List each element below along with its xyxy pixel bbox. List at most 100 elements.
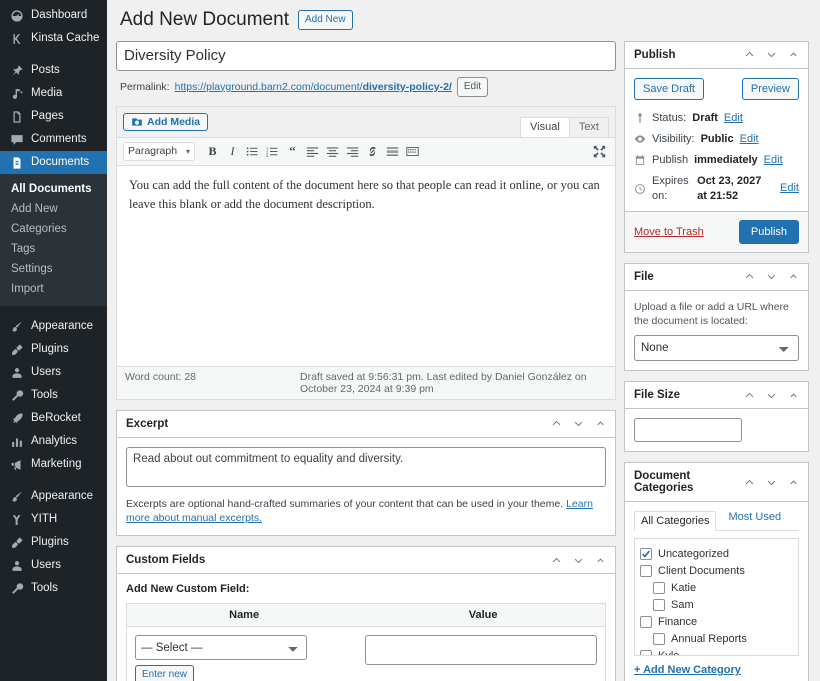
add-new-category-link[interactable]: + Add New Category [634, 664, 741, 676]
sidebar-item-posts[interactable]: Posts [0, 59, 107, 82]
category-tabs: All Categories Most Used [634, 511, 799, 531]
sidebar-item-comments[interactable]: Comments [0, 128, 107, 151]
tab-visual[interactable]: Visual [520, 117, 570, 137]
tab-text[interactable]: Text [569, 117, 609, 137]
sidebar-item-marketing[interactable]: Marketing [0, 453, 107, 476]
checkbox-icon[interactable] [640, 616, 652, 628]
sidebar-item-dashboard[interactable]: Dashboard [0, 4, 107, 27]
move-up-icon[interactable] [744, 477, 755, 488]
file-size-input[interactable] [634, 418, 742, 442]
submenu-item-tags[interactable]: Tags [0, 239, 107, 259]
category-item[interactable]: Finance [640, 613, 793, 630]
sidebar-item-pages[interactable]: Pages [0, 105, 107, 128]
sidebar-item-analytics[interactable]: Analytics [0, 430, 107, 453]
submenu-item-add-new[interactable]: Add New [0, 199, 107, 219]
move-up-icon[interactable] [551, 555, 562, 566]
sidebar-item-tools[interactable]: Tools [0, 384, 107, 407]
toggle-panel-icon[interactable] [595, 418, 606, 429]
move-down-icon[interactable] [766, 271, 777, 282]
category-item[interactable]: Annual Reports [640, 630, 793, 647]
checkbox-icon[interactable] [640, 548, 652, 560]
checkbox-icon[interactable] [653, 599, 665, 611]
permalink-edit-button[interactable]: Edit [457, 77, 488, 97]
move-to-trash-link[interactable]: Move to Trash [634, 226, 704, 238]
paragraph-format-select[interactable]: Paragraph ▾ [123, 142, 195, 161]
bulleted-list-icon[interactable] [243, 142, 262, 161]
excerpt-textarea[interactable]: Read about out commitment to equality an… [126, 447, 606, 487]
toggle-panel-icon[interactable] [788, 477, 799, 488]
submenu-item-all-documents[interactable]: All Documents [0, 179, 107, 199]
category-item[interactable]: Kyle [640, 647, 793, 656]
move-up-icon[interactable] [551, 418, 562, 429]
sidebar-item-kinsta-cache[interactable]: Kinsta Cache [0, 27, 107, 50]
publish-panel-header: Publish [625, 42, 808, 69]
italic-icon[interactable]: I [223, 142, 242, 161]
category-item[interactable]: Sam [640, 596, 793, 613]
move-up-icon[interactable] [744, 390, 755, 401]
fullscreen-icon[interactable] [590, 142, 609, 161]
visibility-edit-link[interactable]: Edit [740, 132, 759, 147]
custom-field-name-select[interactable]: — Select — [135, 635, 307, 660]
publish-time-edit-link[interactable]: Edit [764, 153, 783, 168]
checkbox-icon[interactable] [640, 650, 652, 657]
enter-new-button[interactable]: Enter new [135, 665, 194, 681]
sidebar-item-yith[interactable]: YITH [0, 508, 107, 531]
toggle-panel-icon[interactable] [595, 555, 606, 566]
align-center-icon[interactable] [323, 142, 342, 161]
move-up-icon[interactable] [744, 49, 755, 60]
save-draft-button[interactable]: Save Draft [634, 78, 704, 100]
move-down-icon[interactable] [766, 390, 777, 401]
add-new-button[interactable]: Add New [298, 10, 353, 30]
tab-most-used[interactable]: Most Used [728, 511, 781, 526]
category-item[interactable]: Uncategorized [640, 545, 793, 562]
custom-field-value-textarea[interactable] [365, 635, 597, 665]
read-more-icon[interactable] [383, 142, 402, 161]
align-right-icon[interactable] [343, 142, 362, 161]
sidebar-item-plugins[interactable]: Plugins [0, 531, 107, 554]
align-left-icon[interactable] [303, 142, 322, 161]
move-down-icon[interactable] [573, 418, 584, 429]
chart-icon [9, 434, 24, 449]
sidebar-item-plugins[interactable]: Plugins [0, 338, 107, 361]
sidebar-item-appearance[interactable]: Appearance [0, 315, 107, 338]
sidebar-item-berocket[interactable]: BeRocket [0, 407, 107, 430]
tools-icon [9, 581, 24, 596]
document-title-input[interactable] [116, 41, 616, 71]
preview-button[interactable]: Preview [742, 78, 799, 100]
move-down-icon[interactable] [766, 49, 777, 60]
tab-all-categories[interactable]: All Categories [634, 511, 716, 531]
editor-content-area[interactable]: You can add the full content of the docu… [117, 166, 615, 366]
numbered-list-icon[interactable]: 123 [263, 142, 282, 161]
submenu-item-import[interactable]: Import [0, 279, 107, 299]
toggle-panel-icon[interactable] [788, 390, 799, 401]
submenu-item-categories[interactable]: Categories [0, 219, 107, 239]
add-media-button[interactable]: Add Media [123, 113, 208, 131]
move-up-icon[interactable] [744, 271, 755, 282]
blockquote-icon[interactable]: “ [283, 142, 302, 161]
checkbox-icon[interactable] [653, 582, 665, 594]
sidebar-item-users[interactable]: Users [0, 554, 107, 577]
move-down-icon[interactable] [573, 555, 584, 566]
category-checklist[interactable]: UncategorizedClient DocumentsKatieSamFin… [634, 538, 799, 656]
checkbox-icon[interactable] [653, 633, 665, 645]
sidebar-item-tools[interactable]: Tools [0, 577, 107, 600]
expires-edit-link[interactable]: Edit [780, 181, 799, 196]
toolbar-toggle-icon[interactable] [403, 142, 422, 161]
permalink-link[interactable]: https://playground.barn2.com/document/di… [175, 81, 452, 93]
file-source-select[interactable]: None [634, 335, 799, 361]
toggle-panel-icon[interactable] [788, 271, 799, 282]
sidebar-item-documents[interactable]: Documents [0, 151, 107, 174]
sidebar-item-media[interactable]: Media [0, 82, 107, 105]
link-icon[interactable] [363, 142, 382, 161]
submenu-item-settings[interactable]: Settings [0, 259, 107, 279]
publish-button[interactable]: Publish [739, 220, 799, 244]
bold-icon[interactable]: B [203, 142, 222, 161]
checkbox-icon[interactable] [640, 565, 652, 577]
sidebar-item-appearance[interactable]: Appearance [0, 485, 107, 508]
category-item[interactable]: Katie [640, 579, 793, 596]
status-edit-link[interactable]: Edit [724, 111, 743, 126]
sidebar-item-users[interactable]: Users [0, 361, 107, 384]
category-item[interactable]: Client Documents [640, 562, 793, 579]
move-down-icon[interactable] [766, 477, 777, 488]
toggle-panel-icon[interactable] [788, 49, 799, 60]
